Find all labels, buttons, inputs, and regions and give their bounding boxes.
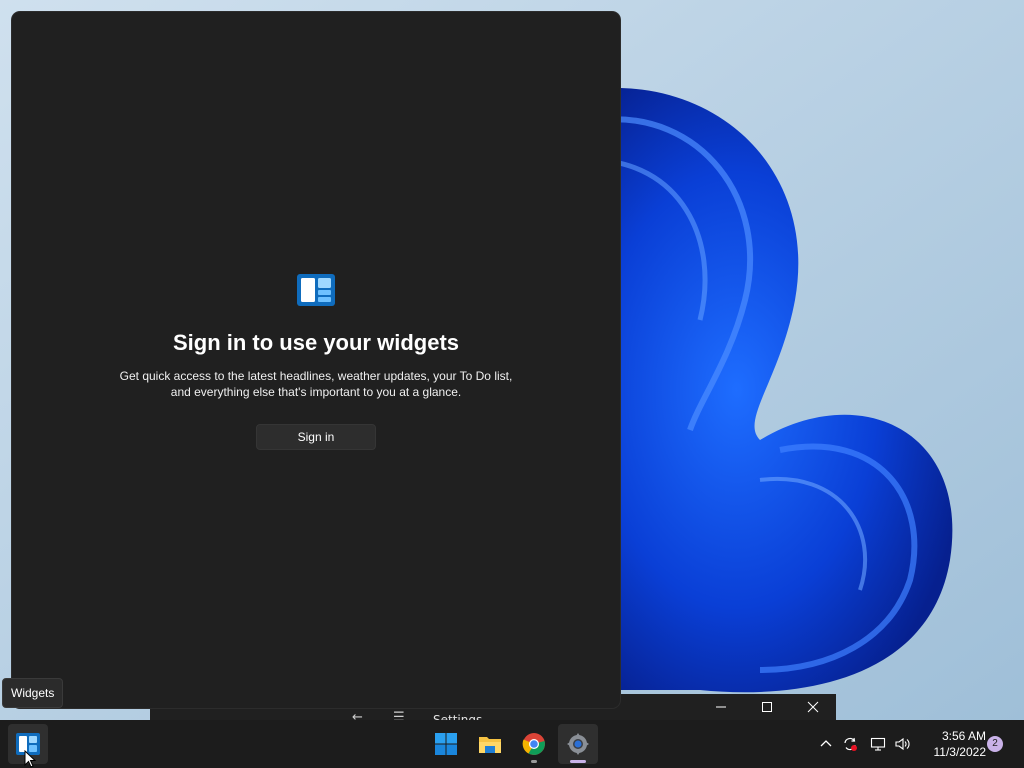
sign-in-button[interactable]: Sign in	[256, 424, 376, 450]
volume-button[interactable]	[892, 734, 912, 754]
chrome-icon	[522, 733, 545, 755]
sync-status-button[interactable]	[840, 734, 860, 754]
start-button[interactable]	[426, 724, 466, 764]
close-icon	[807, 701, 819, 713]
signin-heading: Sign in to use your widgets	[172, 330, 460, 355]
maximize-button[interactable]	[744, 694, 790, 720]
sync-error-icon	[844, 737, 857, 751]
network-button[interactable]	[868, 734, 888, 754]
running-indicator	[531, 760, 537, 763]
speaker-icon	[895, 737, 910, 751]
widgets-panel: Sign in to use your widgets Get quick ac…	[12, 12, 620, 708]
taskbar: 3:56 AM 11/3/2022 2	[0, 720, 1024, 768]
signin-prompt: Sign in to use your widgets Get quick ac…	[12, 274, 620, 450]
signin-description: Get quick access to the latest headlines…	[119, 369, 513, 399]
folder-icon	[479, 737, 501, 753]
minimize-button[interactable]	[698, 694, 744, 720]
clock[interactable]: 3:56 AM 11/3/2022	[918, 728, 987, 760]
taskbar-chrome[interactable]	[514, 724, 554, 764]
gear-icon	[567, 733, 589, 755]
show-hidden-icons-button[interactable]	[816, 734, 836, 754]
taskbar-file-explorer[interactable]	[470, 724, 510, 764]
widgets-tooltip: Widgets	[2, 678, 64, 708]
active-indicator	[570, 760, 586, 763]
notification-badge[interactable]: 2	[987, 736, 1003, 752]
minimize-icon	[716, 706, 726, 708]
widgets-logo-icon	[297, 274, 335, 306]
windows-start-icon	[435, 733, 457, 755]
clock-date: 11/3/2022	[933, 745, 987, 759]
network-icon	[870, 737, 886, 751]
taskbar-settings[interactable]	[558, 724, 598, 764]
mouse-cursor-icon	[24, 750, 36, 768]
maximize-icon	[762, 702, 772, 712]
close-button[interactable]	[790, 694, 836, 720]
clock-time: 3:56 AM	[941, 729, 986, 743]
chevron-up-icon	[820, 740, 832, 747]
